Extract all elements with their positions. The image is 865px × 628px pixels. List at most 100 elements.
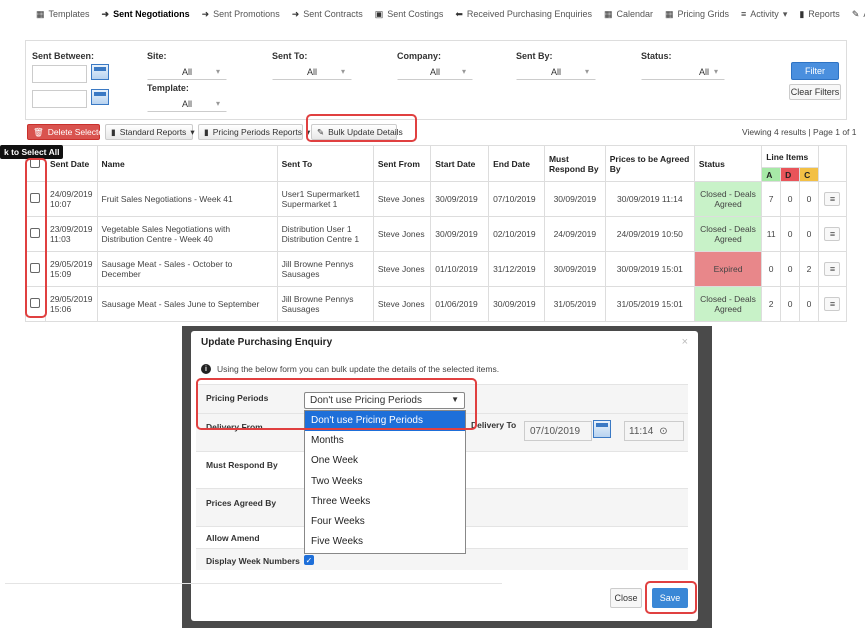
cell-sent-from: Steve Jones [372, 251, 432, 287]
col-status[interactable]: Status [693, 145, 763, 182]
standard-reports-button[interactable]: ▮ Standard Reports ▾ [105, 124, 195, 140]
template-value: All [181, 98, 192, 109]
nav-item-label: Sent Costings [387, 9, 444, 19]
clear-filters-button[interactable]: Clear Filters [789, 84, 841, 100]
status-select[interactable]: All ▾ [641, 63, 725, 80]
cell-sent-from: Steve Jones [372, 216, 432, 252]
nav-item-label: Received Purchasing Enquiries [466, 9, 592, 19]
sent-to-value: All [306, 66, 317, 77]
nav-item-sent-negotiations[interactable]: ➜ Sent Negotiations [96, 9, 196, 20]
table-row[interactable]: 24/09/2019 10:07 Fruit Sales Negotiations… [25, 181, 848, 217]
col-sent-to[interactable]: Sent To [276, 145, 374, 182]
nav-item-admin[interactable]: ✎Admin▾ [846, 9, 865, 20]
cell-line-c: 0 [799, 181, 819, 217]
nav-item-label: Templates [48, 9, 90, 19]
calendar-icon[interactable] [91, 89, 109, 105]
filter-button[interactable]: Filter [791, 62, 839, 80]
file-icon: ▮ [799, 8, 805, 19]
table-row[interactable]: 29/05/2019 15:06 Sausage Meat - Sales Jun… [25, 286, 848, 322]
nav-item-received-purchasing-enquiries[interactable]: ⬅ Received Purchasing Enquiries [449, 9, 598, 20]
money-icon: ▣ [374, 8, 384, 19]
arrow-left-icon: ⬅ [455, 8, 463, 19]
standard-reports-label: Standard Reports [119, 127, 187, 137]
col-end-date[interactable]: End Date [488, 145, 545, 182]
col-must-respond[interactable]: Must Respond By [543, 145, 606, 182]
delivery-to-date-input[interactable]: 07/10/2019 [524, 421, 592, 441]
modal-info-text: Using the below form you can bulk update… [217, 364, 500, 374]
nav-item-sent-contracts[interactable]: ➜ Sent Contracts [286, 9, 369, 20]
col-sent-from[interactable]: Sent From [372, 145, 432, 182]
dropdown-option[interactable]: Three Weeks [305, 492, 465, 512]
row-menu-button[interactable]: ≡ [824, 262, 841, 276]
cell-start-date: 30/09/2019 [430, 181, 490, 217]
modal-info: i Using the below form you can bulk updat… [201, 364, 499, 374]
sent-from-date-input[interactable] [32, 65, 87, 83]
dropdown-option[interactable]: Five Weeks [305, 532, 465, 552]
table-icon: ▦ [36, 8, 45, 19]
nav-item-sent-costings[interactable]: ▣ Sent Costings [369, 9, 450, 20]
cell-prices-agreed: 30/09/2019 15:01 [604, 251, 695, 287]
dropdown-option[interactable]: Months [305, 431, 465, 451]
cell-name: Fruit Sales Negotiations - Week 41 [96, 181, 278, 217]
col-start-date[interactable]: Start Date [430, 145, 490, 182]
cell-actions: ≡ [817, 216, 848, 252]
dropdown-option[interactable]: Four Weeks [305, 512, 465, 532]
site-select[interactable]: All ▾ [147, 63, 227, 80]
nav-item-activity[interactable]: ≡ Activity ▾ [735, 9, 793, 20]
calendar-icon[interactable] [593, 420, 611, 438]
status-value: All [698, 66, 709, 77]
nav-item-templates[interactable]: ▦ Templates [30, 9, 96, 20]
pricing-periods-reports-button[interactable]: ▮ Pricing Periods Reports ▾ [198, 124, 310, 140]
cell-must-respond: 30/09/2019 [543, 251, 606, 287]
cell-end-date: 02/10/2019 [488, 216, 545, 252]
cell-status: Closed - Deals Agreed [693, 216, 763, 252]
line-items-d: D [780, 167, 801, 182]
grid-icon: ▦ [665, 8, 674, 19]
results-count: Viewing 4 results | Page 1 of 1 [742, 127, 857, 137]
cell-actions: ≡ [817, 286, 848, 322]
row-menu-button[interactable]: ≡ [824, 297, 841, 311]
delivery-to-time-value: 11:14 [629, 425, 654, 437]
nav-item-label: Sent Negotiations [113, 9, 190, 19]
nav-item-calendar[interactable]: ▦ Calendar [598, 9, 659, 20]
cell-start-date: 30/09/2019 [430, 216, 490, 252]
sent-by-select[interactable]: All ▾ [516, 63, 596, 80]
delivery-to-label: Delivery To [471, 420, 517, 430]
cell-must-respond: 24/09/2019 [543, 216, 606, 252]
cell-sent-date: 24/09/2019 10:07 [44, 181, 98, 217]
row-menu-button[interactable]: ≡ [824, 227, 841, 241]
calendar-icon: ▦ [603, 8, 613, 19]
col-prices-agreed[interactable]: Prices to be Agreed By [604, 145, 695, 182]
site-label: Site: [147, 51, 167, 61]
arrow-right-icon: ➜ [291, 8, 300, 19]
nav-item-reports[interactable]: ▮ Reports [793, 9, 845, 20]
dropdown-option[interactable]: Two Weeks [305, 472, 465, 492]
sent-to-date-input[interactable] [32, 90, 87, 108]
company-select[interactable]: All ▾ [397, 63, 473, 80]
row-menu-button[interactable]: ≡ [824, 192, 841, 206]
line-items-c: C [799, 167, 819, 182]
cell-must-respond: 31/05/2019 [543, 286, 606, 322]
site-value: All [181, 66, 192, 77]
table-row[interactable]: 23/09/2019 11:03 Vegetable Sales Negotiat… [25, 216, 848, 252]
close-icon[interactable]: × [682, 336, 688, 348]
display-week-checkbox[interactable]: ✓ [304, 555, 314, 565]
calendar-icon[interactable] [91, 64, 109, 80]
nav-item-sent-promotions[interactable]: ➜ Sent Promotions [196, 9, 286, 20]
pricing-periods-reports-label: Pricing Periods Reports [212, 127, 302, 137]
col-name[interactable]: Name [96, 145, 278, 182]
allow-amend-label: Allow Amend [206, 533, 260, 543]
delivery-to-time-input[interactable]: 11:14 ⊙ [624, 421, 684, 441]
delete-selected-button[interactable]: 🗑 Delete Selected [27, 124, 108, 140]
cell-name: Sausage Meat - Sales June to September [96, 286, 278, 322]
dropdown-option[interactable]: One Week [305, 451, 465, 471]
cell-sent-to: Jill Browne Pennys Sausages [276, 286, 374, 322]
close-button[interactable]: Close [610, 588, 642, 608]
cell-line-d: 0 [780, 251, 801, 287]
prices-agreed-label: Prices Agreed By [206, 498, 277, 508]
info-icon: i [201, 364, 211, 374]
sent-to-select[interactable]: All ▾ [272, 63, 352, 80]
table-row[interactable]: 29/05/2019 15:09 Sausage Meat - Sales - O… [25, 251, 848, 287]
nav-item-pricing-grids[interactable]: ▦ Pricing Grids [659, 9, 735, 20]
template-select[interactable]: All ▾ [147, 95, 227, 112]
